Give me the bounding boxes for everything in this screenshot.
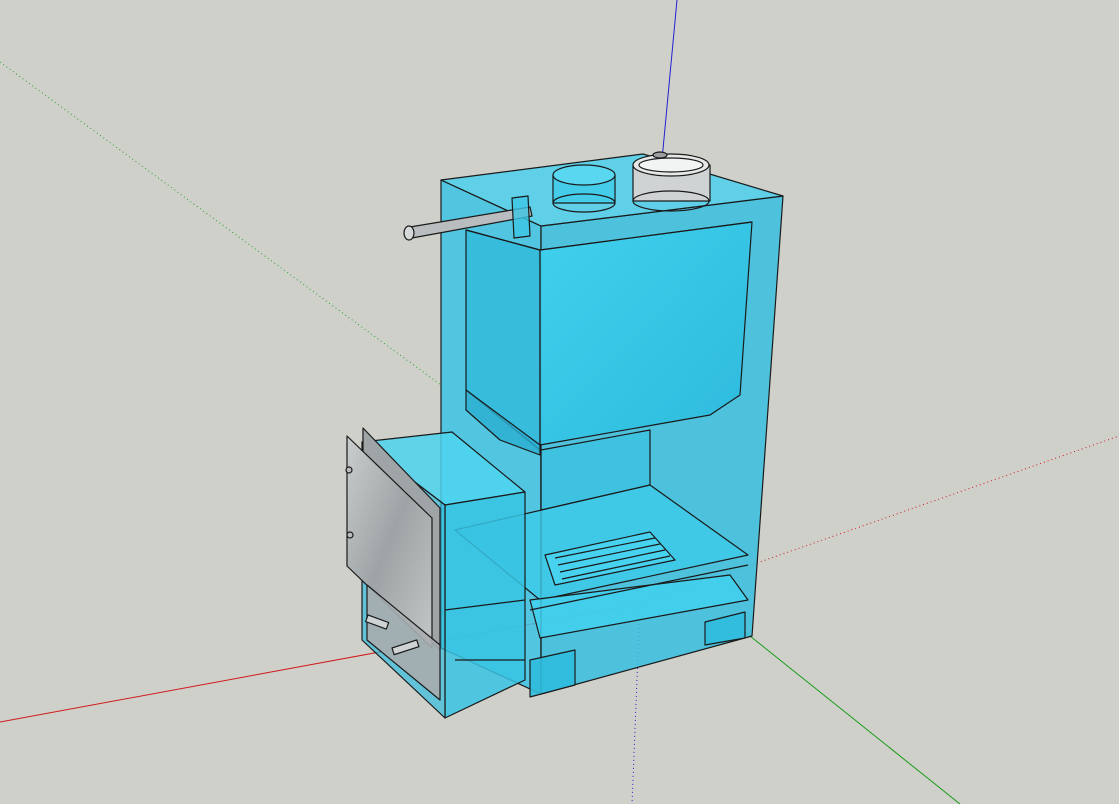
door-hinge-icon	[345, 466, 353, 474]
top-cap	[652, 151, 668, 159]
door-hinge-icon	[346, 531, 354, 539]
viewport-canvas[interactable]	[0, 0, 1119, 804]
chimney-top	[552, 164, 616, 186]
pipe-bracket	[511, 195, 531, 239]
green-axis-solid	[744, 631, 961, 804]
green-axis-dotted	[0, 61, 446, 389]
stove-model[interactable]	[345, 151, 784, 719]
water-pipe-inner	[638, 157, 704, 173]
blue-axis-solid	[661, 0, 678, 161]
side-pipe-end	[403, 225, 415, 241]
model-viewport[interactable]	[0, 0, 1119, 804]
